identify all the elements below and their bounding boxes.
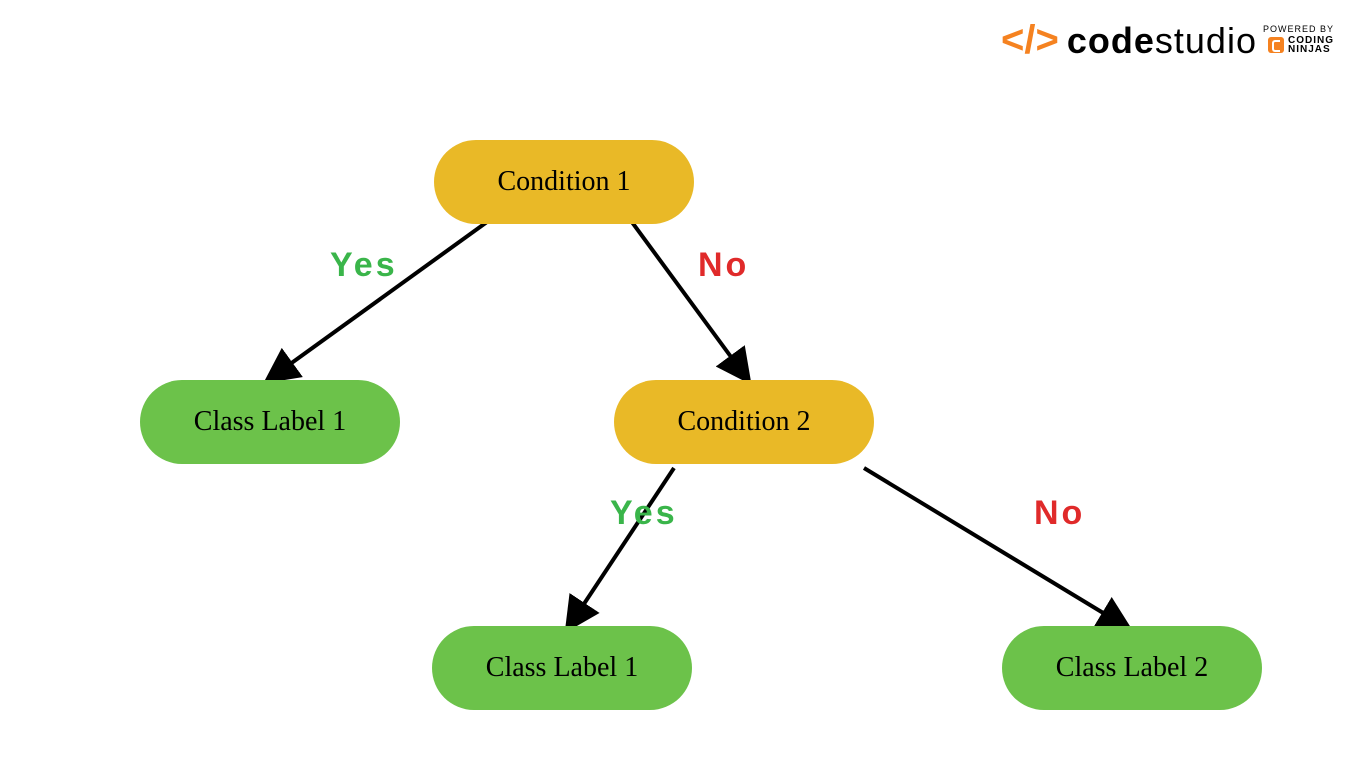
class-label-1-node-left: Class Label 1 — [140, 380, 400, 464]
edge-label-yes-1: Yes — [330, 246, 398, 285]
brand-name: codestudio — [1067, 20, 1257, 62]
condition-1-node: Condition 1 — [434, 140, 694, 224]
edge-label-no-1: No — [698, 246, 749, 285]
class-label-2-node: Class Label 2 — [1002, 626, 1262, 710]
edge-label-yes-2: Yes — [610, 494, 678, 533]
coding-ninjas-badge: CODINGNINJAS — [1268, 36, 1334, 54]
brackets-icon: </> — [1001, 18, 1059, 63]
condition-2-node: Condition 2 — [614, 380, 874, 464]
class-label-1-node-mid: Class Label 1 — [432, 626, 692, 710]
edge-label-no-2: No — [1034, 494, 1085, 533]
ninjas-icon — [1268, 37, 1284, 53]
powered-by: POWERED BY — [1263, 24, 1334, 34]
brand-logo: </> codestudio POWERED BY CODINGNINJAS — [1001, 18, 1334, 63]
